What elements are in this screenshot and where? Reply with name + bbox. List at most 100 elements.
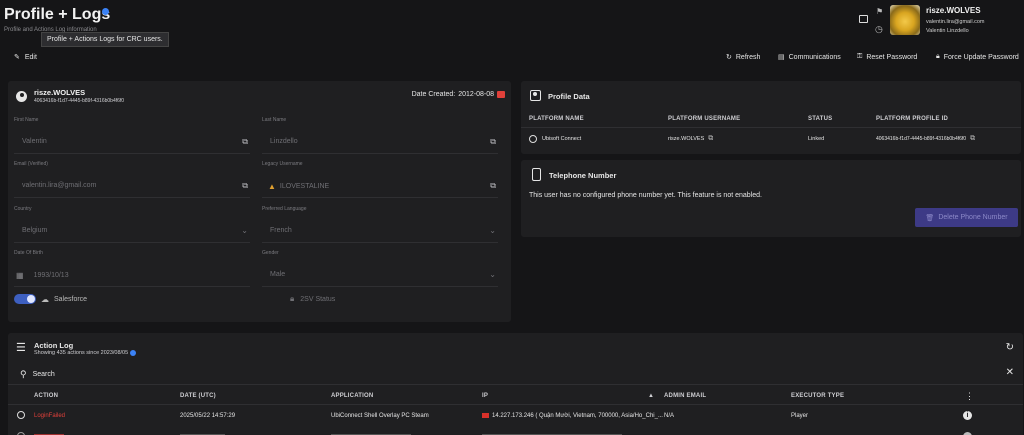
platform-status: Linked <box>808 136 825 142</box>
column-header-admin-email[interactable]: ADMIN EMAIL <box>664 393 706 399</box>
id-card-icon <box>530 90 541 101</box>
search-input[interactable]: ⚲ Search <box>8 364 1023 384</box>
first-name-field[interactable]: First Name Valentin ⧉ <box>14 117 250 157</box>
column-header: PLATFORM NAME <box>529 116 584 122</box>
refresh-icon[interactable]: ↻ <box>1006 342 1014 353</box>
table-row: Ubisoft Connect <box>529 135 581 143</box>
language-value: French <box>270 227 292 234</box>
last-name-value: Linzdello <box>270 138 298 145</box>
info-icon <box>130 350 137 356</box>
page-title: Profile + Logs <box>4 6 111 23</box>
legacy-username-label: Legacy Username <box>262 161 303 167</box>
column-header: PLATFORM USERNAME <box>668 116 741 122</box>
delete-phone-label: Delete Phone Number <box>938 214 1008 221</box>
chevron-down-icon: ⌄ <box>489 226 496 235</box>
profile-data-title: Profile Data <box>548 92 590 101</box>
trash-icon: 🗑︎ <box>925 214 935 222</box>
column-menu-icon[interactable]: ⋮ <box>965 391 974 402</box>
date-of-birth-field[interactable]: Date Of Birth ▦ 1993/10/13 <box>14 250 250 290</box>
force-update-password-button[interactable]: 🔒︎ Force Update Password <box>936 53 1019 61</box>
communications-label: Communications <box>788 53 841 61</box>
chevron-down-icon: ⌄ <box>241 226 248 235</box>
avatar[interactable] <box>890 5 920 35</box>
reset-password-label: Reset Password <box>866 53 918 61</box>
delete-phone-button[interactable]: 🗑︎ Delete Phone Number <box>915 208 1018 227</box>
salesforce-toggle-row: ☁ Salesforce <box>14 294 87 304</box>
gender-select[interactable]: Gender Male ⌄ <box>262 250 498 290</box>
action-log-subtitle: Showing 435 actions since 2023/08/05 <box>34 350 129 356</box>
email-field[interactable]: Email (Verified) valentin.lira@gmail.com… <box>14 161 250 201</box>
column-header-ip[interactable]: IP <box>482 393 488 399</box>
legacy-username-value: ILOVESTALINE <box>279 183 330 190</box>
first-name-value: Valentin <box>22 138 47 145</box>
column-header: PLATFORM PROFILE ID <box>876 116 949 122</box>
date-of-birth-value: 1993/10/13 <box>33 272 69 279</box>
row-status-icon <box>17 411 25 419</box>
platform-username: risze.WOLVES <box>668 136 705 142</box>
refresh-button[interactable]: ↻ Refresh <box>726 53 761 62</box>
column-header-application[interactable]: APPLICATION <box>331 393 373 399</box>
tooltip: Profile + Actions Logs for CRC users. <box>41 32 169 47</box>
gender-value: Male <box>270 271 286 278</box>
date-created: Date Created: 2012-08-08 <box>412 91 505 98</box>
last-name-field[interactable]: Last Name Linzdello ⧉ <box>262 117 498 157</box>
lock-icon: 🔒︎ <box>936 53 940 60</box>
copy-icon[interactable]: ⧉ <box>242 137 248 147</box>
flag-icon[interactable]: ⚑ <box>876 7 883 16</box>
refresh-icon: ↻ <box>726 54 732 61</box>
copy-icon[interactable]: ⧉ <box>970 135 975 143</box>
copy-icon[interactable]: ⧉ <box>242 181 248 191</box>
search-icon: ⚲ <box>20 368 27 379</box>
telephone-message: This user has no configured phone number… <box>529 192 762 199</box>
executor-value: Player <box>791 413 809 419</box>
legacy-username-field[interactable]: Legacy Username ▲ ILOVESTALINE ⧉ <box>262 161 498 201</box>
salesforce-toggle[interactable] <box>14 294 36 304</box>
country-select[interactable]: Country Belgium ⌄ <box>14 206 250 246</box>
column-header: STATUS <box>808 116 833 122</box>
country-value: Belgium <box>22 227 48 234</box>
cloud-icon: ☁ <box>41 294 49 304</box>
language-select[interactable]: Preferred Language French ⌄ <box>262 206 498 246</box>
telephone-panel: Telephone Number This user has no config… <box>521 160 1021 237</box>
user-circle-icon <box>16 91 27 102</box>
refresh-label: Refresh <box>735 53 761 61</box>
wallet-icon[interactable] <box>859 15 868 23</box>
clear-search-icon[interactable]: ✕ <box>1006 367 1014 378</box>
verified-badge-icon <box>102 8 109 15</box>
date-created-value: 2012-08-08 <box>458 91 494 98</box>
language-label: Preferred Language <box>262 206 307 212</box>
table-row-partial <box>8 428 1023 435</box>
phone-icon <box>532 168 541 181</box>
table-row[interactable]: LoginFailed 2025/05/22 14:57:29 UbiConne… <box>8 405 1023 427</box>
2sv-status-label: 2SV Status <box>300 295 336 303</box>
column-header-executor[interactable]: EXECUTOR TYPE <box>791 393 844 399</box>
history-icon[interactable]: ◷ <box>875 24 883 35</box>
platform-name: Ubisoft Connect <box>542 136 582 142</box>
copy-icon[interactable]: ⧉ <box>708 135 713 143</box>
date-of-birth-label: Date Of Birth <box>14 250 43 256</box>
action-log-title: Action Log <box>34 341 74 350</box>
application-value: UbiConnect Shell Overlay PC Steam <box>331 413 429 419</box>
sort-icon[interactable]: ▲ <box>648 393 654 399</box>
copy-icon[interactable]: ⧉ <box>490 137 496 147</box>
chevron-down-icon: ⌄ <box>489 270 496 279</box>
info-icon[interactable]: i <box>963 411 972 420</box>
edit-button[interactable]: ✎ Edit <box>14 53 37 62</box>
profile-username: risze.WOLVES <box>34 88 86 97</box>
copy-icon[interactable]: ⧉ <box>490 181 496 191</box>
communications-button[interactable]: ▤ Communications <box>778 53 841 62</box>
reset-password-button[interactable]: ⚿ Reset Password <box>857 53 917 61</box>
gender-label: Gender <box>262 250 279 256</box>
warning-icon: ▲ <box>268 182 276 191</box>
lock-icon: 🔒︎ <box>290 294 295 303</box>
search-placeholder: Search <box>32 370 55 378</box>
column-header-date[interactable]: DATE (UTC) <box>180 393 216 399</box>
date-created-label: Date Created: <box>411 91 456 98</box>
ip-value: 14.227.173.246 ( Quận Mười, Vietnam, 700… <box>492 413 663 419</box>
email-value: valentin.lira@gmail.com <box>22 182 97 189</box>
account-username: risze.WOLVES <box>926 6 981 15</box>
list-icon: ☰ <box>16 342 26 354</box>
column-header-action[interactable]: ACTION <box>34 393 58 399</box>
last-name-label: Last Name <box>262 117 287 123</box>
profile-panel: risze.WOLVES 4063416b-f1d7-4445-b89f-431… <box>8 81 511 322</box>
